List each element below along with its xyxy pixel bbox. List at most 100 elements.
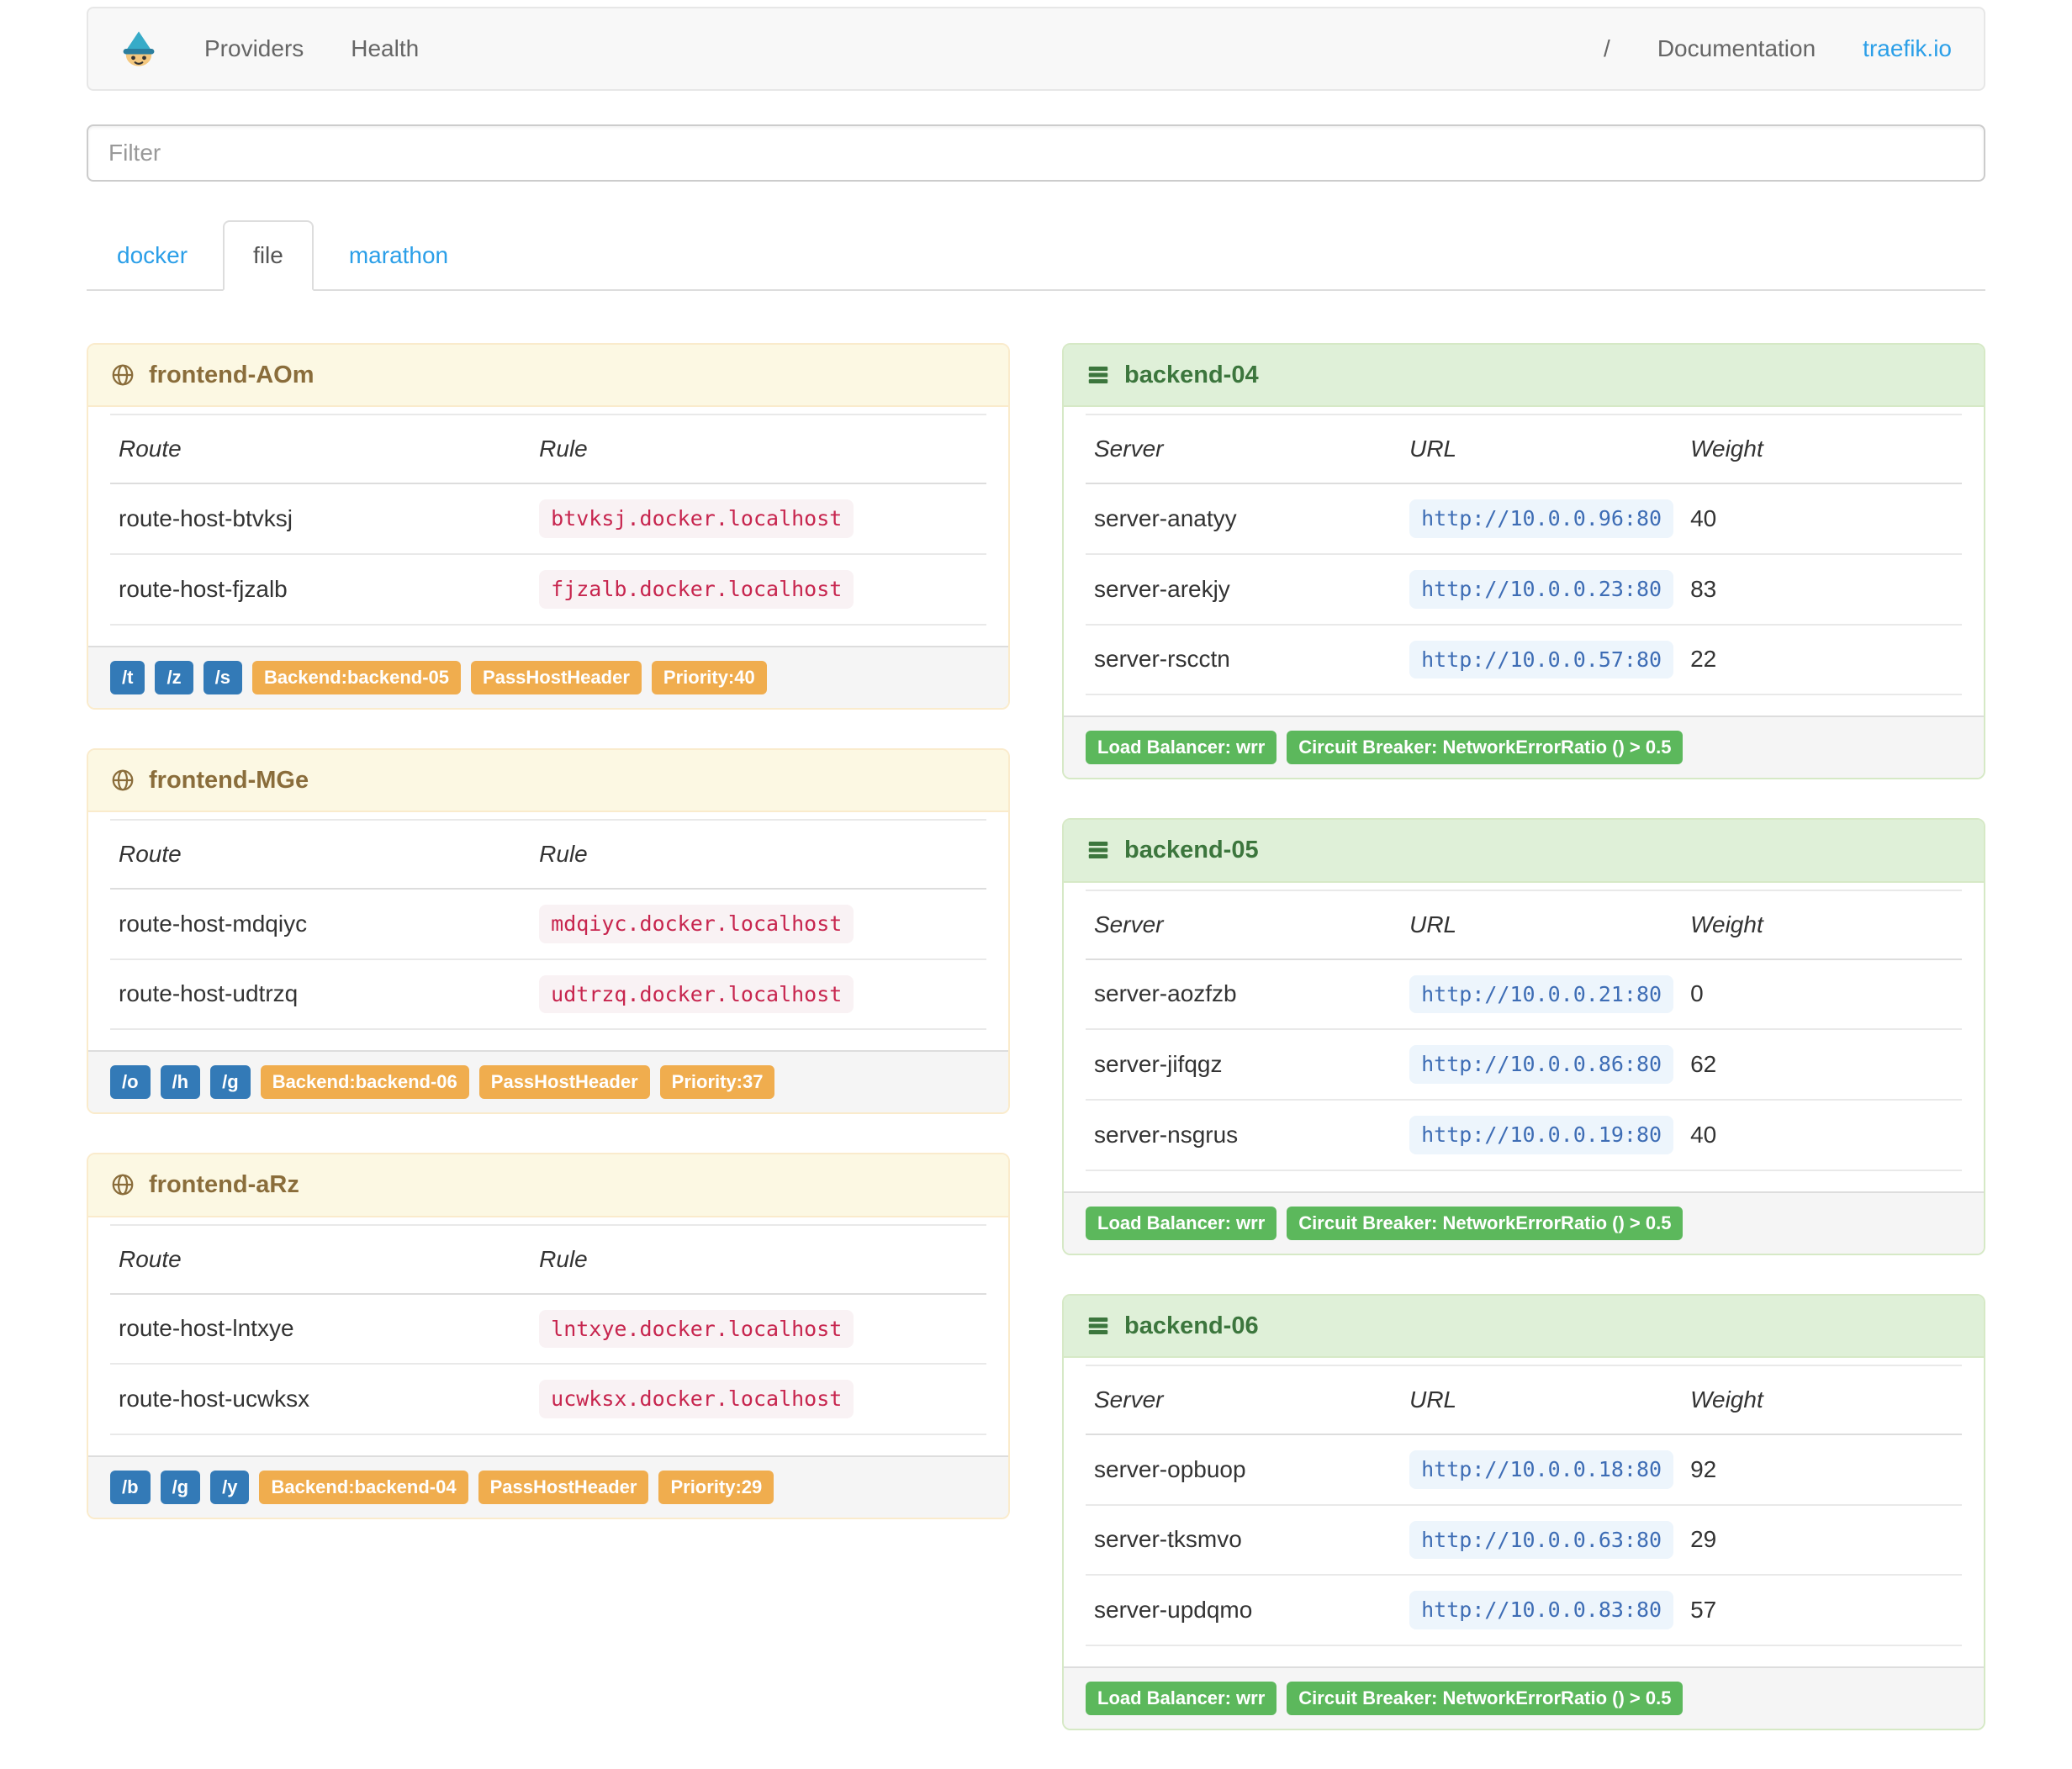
route-name: route-host-btvksj xyxy=(110,483,531,555)
provider-tabs: docker file marathon xyxy=(87,220,1985,291)
nav-health[interactable]: Health xyxy=(327,32,442,66)
server-row: server-anatyy http://10.0.0.96:80 40 xyxy=(1086,483,1962,555)
frontend-card-body: Route Rule route-host-lntxye lntxye.dock… xyxy=(88,1217,1008,1455)
server-row: server-tksmvo http://10.0.0.63:80 29 xyxy=(1086,1504,1962,1576)
server-stack-icon xyxy=(1086,362,1111,388)
route-row: route-host-lntxye lntxye.docker.localhos… xyxy=(110,1293,986,1365)
frontend-card-header: frontend-MGe xyxy=(88,749,1008,812)
path-badge: /t xyxy=(110,660,145,694)
backend-card-body: Server URL Weight server-aozfzb http://1… xyxy=(1064,883,1984,1191)
server-name: server-tksmvo xyxy=(1086,1504,1402,1576)
priority-badge: Priority:37 xyxy=(659,1065,775,1100)
backend-ref-badge: Backend:backend-04 xyxy=(259,1470,468,1504)
frontend-card: frontend-AOm Route Rule route-host-btvks… xyxy=(87,342,1010,710)
backend-card-footer: Load Balancer: wrr Circuit Breaker: Netw… xyxy=(1064,1666,1984,1729)
server-url: http://10.0.0.83:80 xyxy=(1409,1591,1674,1630)
path-badge: /s xyxy=(203,660,242,694)
server-url: http://10.0.0.63:80 xyxy=(1409,1520,1674,1560)
priority-badge: Priority:29 xyxy=(658,1470,774,1504)
server-weight: 22 xyxy=(1682,624,1962,696)
content-row: frontend-AOm Route Rule route-host-btvks… xyxy=(87,342,1985,1769)
nav-traefik-io-link[interactable]: traefik.io xyxy=(1839,32,1975,66)
backend-card: backend-05 Server URL Weight server-aozf… xyxy=(1062,818,1985,1255)
server-name: server-opbuop xyxy=(1086,1434,1402,1506)
server-name: server-aozfzb xyxy=(1086,958,1402,1031)
navbar: Providers Health / Documentation traefik… xyxy=(87,7,1985,91)
frontend-card-body: Route Rule route-host-btvksj btvksj.dock… xyxy=(88,407,1008,645)
priority-badge: Priority:40 xyxy=(651,660,767,694)
server-stack-icon xyxy=(1086,837,1111,863)
column-header-rule: Rule xyxy=(531,1224,986,1295)
servers-table: Server URL Weight server-anatyy http://1… xyxy=(1086,414,1962,696)
passhostheader-badge: PassHostHeader xyxy=(478,1470,649,1504)
nav-separator: / xyxy=(1604,35,1610,61)
server-weight: 40 xyxy=(1682,1099,1962,1171)
column-header-url: URL xyxy=(1401,890,1683,960)
nav-documentation[interactable]: Documentation xyxy=(1634,32,1839,66)
server-stack-icon xyxy=(1086,1313,1111,1339)
rule-value: btvksj.docker.localhost xyxy=(539,499,854,538)
server-row: server-rscctn http://10.0.0.57:80 22 xyxy=(1086,624,1962,696)
server-weight: 57 xyxy=(1682,1575,1962,1647)
route-row: route-host-fjzalb fjzalb.docker.localhos… xyxy=(110,553,986,626)
backend-card-header: backend-05 xyxy=(1064,820,1984,883)
frontend-card-footer: /t /z /s Backend:backend-05 PassHostHead… xyxy=(88,645,1008,708)
frontend-card-footer: /o /h /g Backend:backend-06 PassHostHead… xyxy=(88,1050,1008,1113)
backend-name: backend-05 xyxy=(1124,837,1259,864)
server-name: server-arekjy xyxy=(1086,553,1402,626)
server-row: server-jifqgz http://10.0.0.86:80 62 xyxy=(1086,1029,1962,1101)
tab-docker[interactable]: docker xyxy=(87,220,218,291)
server-url: http://10.0.0.23:80 xyxy=(1409,569,1674,609)
server-weight: 92 xyxy=(1682,1434,1962,1506)
traefik-dashboard: Providers Health / Documentation traefik… xyxy=(0,0,2072,1769)
route-name: route-host-mdqiyc xyxy=(110,888,531,960)
frontend-name: frontend-aRz xyxy=(149,1171,299,1199)
route-row: route-host-mdqiyc mdqiyc.docker.localhos… xyxy=(110,888,986,960)
circuit-breaker-badge: Circuit Breaker: NetworkErrorRatio () > … xyxy=(1287,731,1684,765)
servers-table: Server URL Weight server-aozfzb http://1… xyxy=(1086,889,1962,1171)
server-name: server-anatyy xyxy=(1086,483,1402,555)
backends-column: backend-04 Server URL Weight server-anat… xyxy=(1062,342,1985,1769)
server-url: http://10.0.0.18:80 xyxy=(1409,1450,1674,1489)
path-badge: /y xyxy=(210,1470,250,1504)
path-badge: /b xyxy=(110,1470,151,1504)
server-url: http://10.0.0.21:80 xyxy=(1409,974,1674,1014)
column-header-route: Route xyxy=(110,1224,531,1295)
route-name: route-host-lntxye xyxy=(110,1293,531,1365)
tab-marathon[interactable]: marathon xyxy=(319,220,478,291)
column-header-rule: Rule xyxy=(531,819,986,890)
routes-table: Route Rule route-host-mdqiyc mdqiyc.dock… xyxy=(110,818,986,1031)
column-header-url: URL xyxy=(1401,415,1683,485)
filter-input[interactable] xyxy=(87,124,1985,182)
path-badge: /z xyxy=(155,660,193,694)
column-header-server: Server xyxy=(1086,1365,1402,1435)
route-row: route-host-udtrzq udtrzq.docker.localhos… xyxy=(110,958,986,1031)
server-url: http://10.0.0.57:80 xyxy=(1409,640,1674,679)
load-balancer-badge: Load Balancer: wrr xyxy=(1086,731,1277,765)
backend-card-header: backend-04 xyxy=(1064,344,1984,408)
server-row: server-arekjy http://10.0.0.23:80 83 xyxy=(1086,553,1962,626)
load-balancer-badge: Load Balancer: wrr xyxy=(1086,1206,1277,1240)
backend-card: backend-04 Server URL Weight server-anat… xyxy=(1062,342,1985,780)
server-weight: 62 xyxy=(1682,1029,1962,1101)
backend-card: backend-06 Server URL Weight server-opbu… xyxy=(1062,1293,1985,1731)
frontend-card-footer: /b /g /y Backend:backend-04 PassHostHead… xyxy=(88,1455,1008,1518)
traefik-mascot-icon xyxy=(117,27,161,71)
column-header-server: Server xyxy=(1086,890,1402,960)
server-row: server-opbuop http://10.0.0.18:80 92 xyxy=(1086,1434,1962,1506)
passhostheader-badge: PassHostHeader xyxy=(471,660,642,694)
column-header-weight: Weight xyxy=(1682,890,1962,960)
routes-table: Route Rule route-host-btvksj btvksj.dock… xyxy=(110,414,986,626)
rule-value: lntxye.docker.localhost xyxy=(539,1309,854,1349)
server-url: http://10.0.0.19:80 xyxy=(1409,1115,1674,1154)
globe-icon xyxy=(110,768,135,793)
server-weight: 29 xyxy=(1682,1504,1962,1576)
tab-file[interactable]: file xyxy=(223,220,314,291)
traefik-logo[interactable] xyxy=(97,27,181,71)
nav-providers[interactable]: Providers xyxy=(181,32,327,66)
frontend-name: frontend-AOm xyxy=(149,361,314,388)
globe-icon xyxy=(110,362,135,388)
backend-name: backend-06 xyxy=(1124,1312,1259,1339)
server-row: server-aozfzb http://10.0.0.21:80 0 xyxy=(1086,958,1962,1031)
servers-table: Server URL Weight server-opbuop http://1… xyxy=(1086,1364,1962,1647)
